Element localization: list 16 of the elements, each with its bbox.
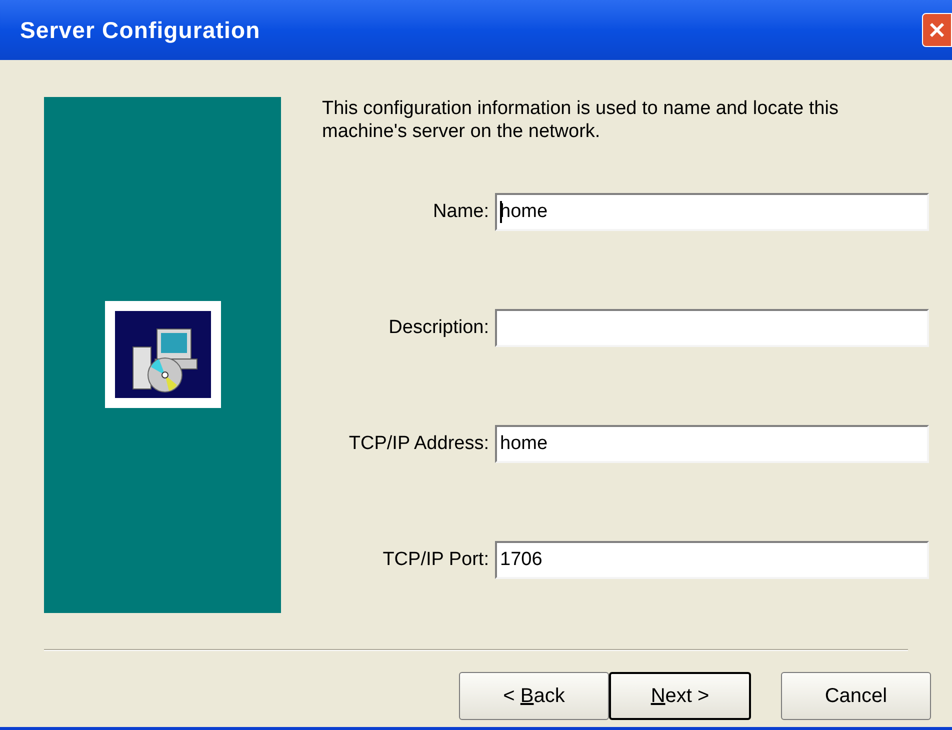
- input-field[interactable]: [495, 309, 929, 347]
- input-field[interactable]: home: [495, 193, 929, 231]
- setup-icon: [105, 300, 221, 408]
- cancel-button[interactable]: Cancel: [781, 672, 931, 720]
- wizard-button[interactable]: Next >: [609, 672, 751, 720]
- input-field[interactable]: 1706: [495, 541, 929, 579]
- field-label: Name:: [433, 200, 489, 224]
- window-title: Server Configuration: [20, 16, 260, 45]
- field-label: TCP/IP Port:: [382, 548, 489, 572]
- field-label: TCP/IP Address:: [348, 432, 489, 456]
- input-field[interactable]: home: [495, 425, 929, 463]
- close-icon: [928, 21, 946, 39]
- close-button[interactable]: [922, 13, 952, 47]
- wizard-button[interactable]: < Back: [459, 672, 609, 720]
- field-label: Description:: [388, 316, 489, 340]
- intro-text: This configuration information is used to name and locate this machine's server on the network.: [322, 97, 840, 143]
